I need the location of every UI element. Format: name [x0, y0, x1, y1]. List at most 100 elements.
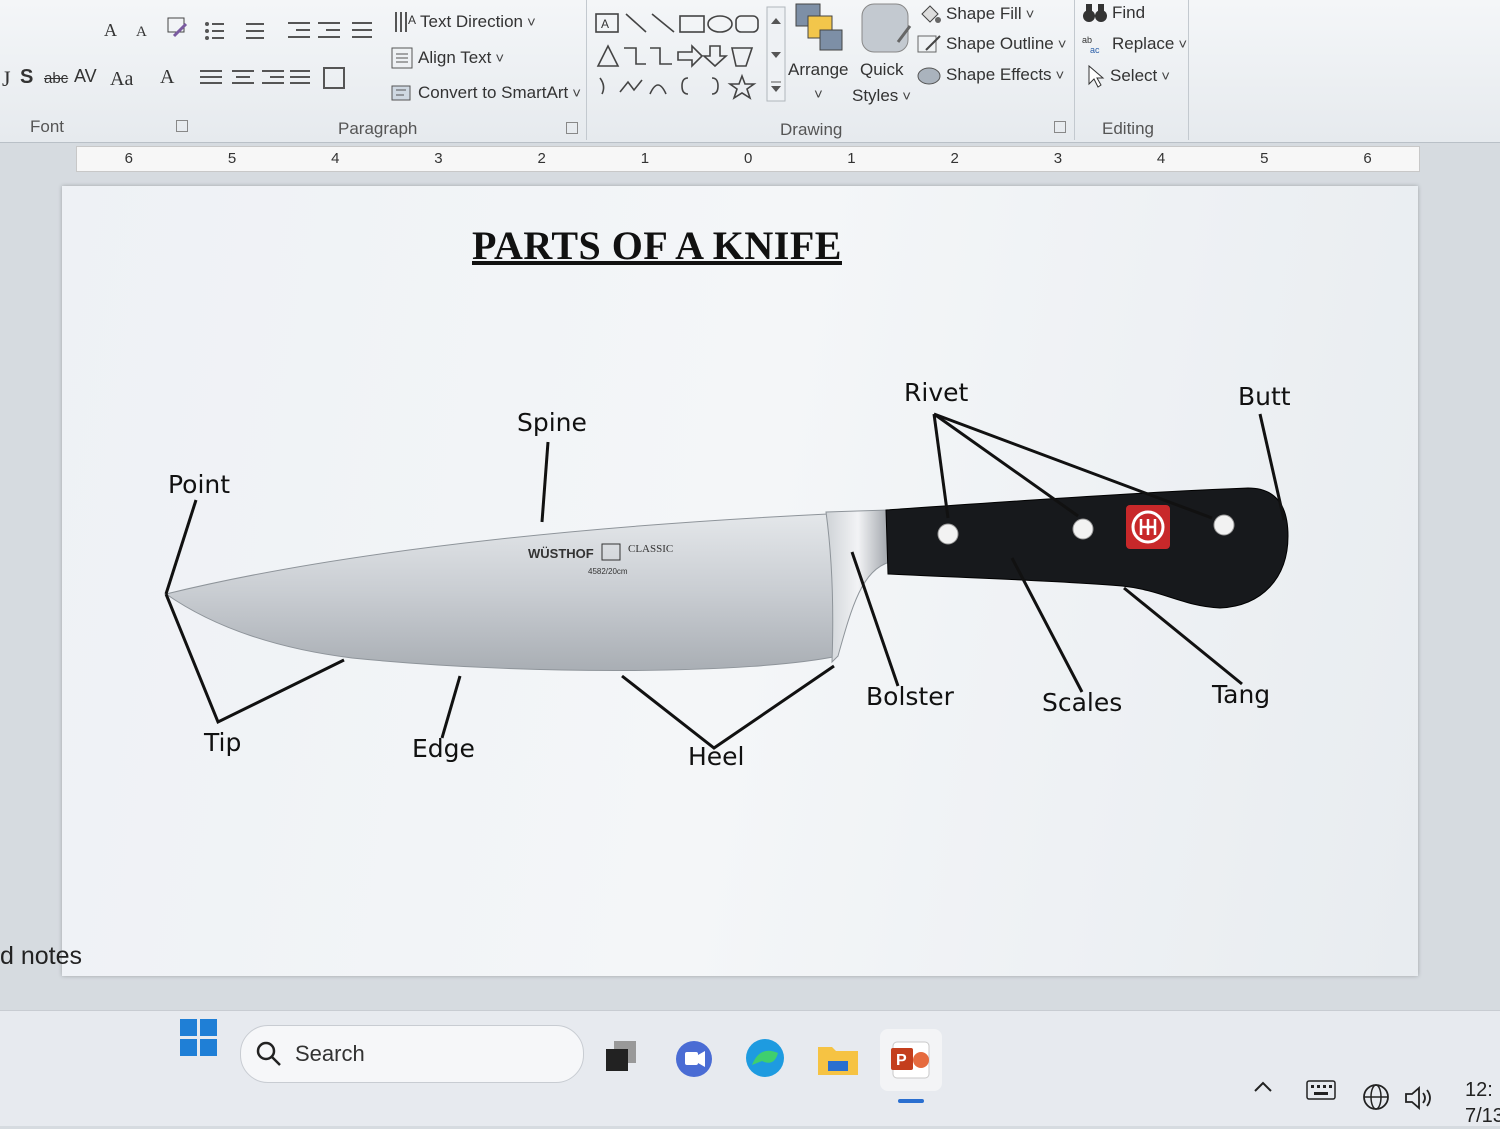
label-butt[interactable]: Butt	[1238, 382, 1291, 411]
paragraph-dialog-launcher[interactable]	[566, 122, 578, 134]
keyboard-button[interactable]	[1306, 1079, 1336, 1106]
char-spacing-button[interactable]: AV	[74, 66, 97, 87]
align-icons	[200, 67, 345, 89]
shape-fill-label: Shape Fill	[946, 4, 1022, 23]
arrange-dropdown-icon[interactable]: ˅	[814, 86, 823, 103]
edge-icon	[746, 1039, 784, 1077]
volume-button[interactable]	[1404, 1085, 1436, 1116]
shapes-gallery[interactable]: A	[592, 8, 772, 100]
text-direction-icon: A	[395, 12, 416, 32]
find-button[interactable]: Find	[1082, 2, 1145, 24]
label-heel[interactable]: Heel	[688, 742, 745, 771]
svg-text:ac: ac	[1090, 45, 1100, 54]
powerpoint-button[interactable]: P	[880, 1029, 942, 1091]
change-case-button[interactable]: Aa	[110, 68, 133, 91]
file-explorer-button[interactable]	[816, 1039, 860, 1084]
clear-format-button[interactable]	[166, 16, 192, 40]
text-direction-label: Text Direction	[420, 12, 523, 31]
group-label-paragraph: Paragraph	[338, 119, 418, 138]
slide-canvas[interactable]: PARTS OF A KNIFE WÜSTHOF CLASSIC 4582/20…	[62, 186, 1418, 976]
teams-chat-icon	[676, 1041, 712, 1077]
notes-pane-label[interactable]: d notes	[0, 942, 82, 971]
strikethrough-button[interactable]: abc	[44, 70, 68, 87]
chevron-up-icon	[1254, 1081, 1272, 1092]
rivet-3	[1213, 514, 1235, 536]
ruler-tick: 5	[1260, 150, 1269, 167]
arrange-button[interactable]	[794, 2, 846, 56]
label-rivet[interactable]: Rivet	[904, 378, 968, 407]
underline-button[interactable]: J	[2, 66, 11, 92]
smartart-icon	[391, 85, 411, 101]
teams-button[interactable]	[674, 1039, 714, 1084]
bullets-button[interactable]	[204, 18, 274, 44]
start-button[interactable]	[180, 1019, 218, 1062]
text-direction-button[interactable]: A Text Direction ˅	[392, 10, 536, 34]
taskbar: Search P 12: 7/13	[0, 1010, 1500, 1129]
windows-logo-icon	[180, 1019, 217, 1056]
shape-effects-button[interactable]: Shape Effects ˅	[916, 64, 1064, 86]
cursor-icon	[1088, 64, 1105, 88]
svg-text:ab: ab	[1082, 35, 1092, 45]
styles-text: Styles	[852, 86, 899, 105]
paint-bucket-icon	[921, 5, 941, 23]
task-view-button[interactable]	[604, 1039, 638, 1078]
label-tang[interactable]: Tang	[1212, 680, 1270, 709]
ruler-tick: 4	[1156, 150, 1166, 167]
select-button[interactable]: Select ˅	[1086, 64, 1170, 88]
powerpoint-icon: P	[891, 1041, 930, 1079]
align-text-label: Align Text	[418, 48, 492, 67]
label-scales[interactable]: Scales	[1042, 688, 1122, 717]
tray-overflow-button[interactable]	[1252, 1079, 1274, 1100]
horizontal-ruler[interactable]: 6 5 4 3 2 1 0 1 2 3 4 5 6	[76, 146, 1420, 172]
label-edge[interactable]: Edge	[412, 734, 475, 763]
indent-icon	[288, 22, 372, 38]
label-spine[interactable]: Spine	[517, 408, 587, 437]
font-color-button[interactable]: A	[160, 66, 174, 89]
rivet-2	[1072, 518, 1094, 540]
shrink-font-button[interactable]: A	[136, 24, 147, 41]
ruler-tick: 1	[847, 150, 856, 167]
alignment-buttons[interactable]	[198, 66, 348, 92]
binoculars-icon	[1083, 4, 1107, 22]
convert-smartart-label: Convert to SmartArt	[418, 83, 569, 102]
network-button[interactable]	[1362, 1083, 1390, 1116]
ruler-tick: 6	[124, 150, 133, 167]
group-label-font: Font	[30, 117, 65, 136]
shape-outline-button[interactable]: Shape Outline ˅	[916, 32, 1067, 56]
ruler-tick: 4	[331, 150, 340, 167]
shadow-button[interactable]: S	[20, 66, 33, 89]
label-point[interactable]: Point	[168, 470, 230, 499]
styles-label[interactable]: Styles ˅	[852, 86, 911, 106]
list-icons	[205, 22, 264, 40]
drawing-dialog-launcher[interactable]	[1054, 121, 1066, 133]
quick-styles-icon	[861, 3, 912, 53]
brand-sub: CLASSIC	[628, 543, 673, 555]
convert-smartart-button[interactable]: Convert to SmartArt ˅	[390, 82, 581, 104]
shapes-scroll[interactable]	[766, 6, 786, 102]
ruler-tick: 2	[537, 150, 546, 167]
quick-label[interactable]: Quick	[860, 60, 903, 80]
replace-button[interactable]: ab ac Replace ˅	[1082, 34, 1187, 54]
shape-fill-button[interactable]: Shape Fill ˅	[918, 2, 1034, 26]
taskbar-clock[interactable]: 12: 7/13	[1465, 1077, 1500, 1129]
keyboard-icon	[1306, 1080, 1336, 1100]
label-bolster[interactable]: Bolster	[866, 682, 954, 711]
knife-diagram: WÜSTHOF CLASSIC 4582/20cm	[164, 412, 1289, 750]
arrange-label[interactable]: Arrange	[788, 60, 848, 80]
indent-buttons[interactable]	[286, 18, 376, 44]
shape-outline-label: Shape Outline	[946, 34, 1054, 53]
label-tip[interactable]: Tip	[204, 728, 241, 757]
brand-size: 4582/20cm	[588, 567, 628, 576]
grow-font-button[interactable]: A	[104, 20, 117, 41]
align-text-icon	[391, 47, 413, 69]
replace-label: Replace	[1112, 34, 1175, 53]
edge-browser-button[interactable]	[744, 1037, 786, 1084]
quick-styles-button[interactable]	[860, 2, 912, 56]
clock-date: 7/13	[1465, 1105, 1500, 1127]
font-dialog-launcher[interactable]	[176, 120, 188, 132]
shape-effects-icon	[917, 67, 941, 85]
taskbar-search-box[interactable]: Search	[240, 1025, 584, 1083]
replace-icon: abac	[1082, 35, 1100, 54]
align-text-button[interactable]: Align Text ˅	[390, 46, 504, 70]
clock-time: 12:	[1465, 1079, 1493, 1101]
